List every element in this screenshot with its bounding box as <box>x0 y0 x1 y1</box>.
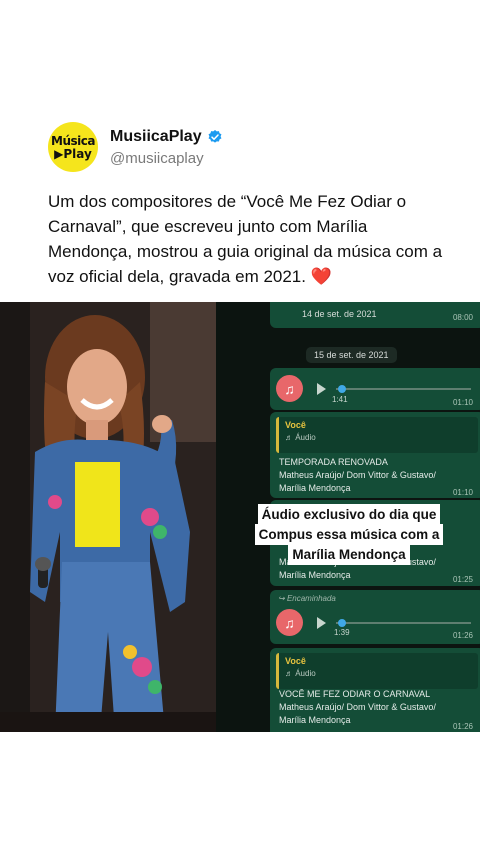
singer-illustration <box>0 302 216 732</box>
audio-duration: 1:41 <box>332 395 348 404</box>
caption-line3: Marília Mendonça <box>288 544 410 565</box>
caption-line1: Áudio exclusivo do dia que <box>257 504 441 525</box>
forwarded-audio-message[interactable]: ↪ Encaminhada ♫ 1:39 01:26 <box>270 590 480 644</box>
audio-progress-track[interactable] <box>336 384 471 393</box>
heart-emoji: ❤️ <box>310 267 332 286</box>
message-time: 08:00 <box>452 313 473 322</box>
music-note-icon: ♫ <box>276 609 303 636</box>
quoted-audio[interactable]: Você ♬ Áudio <box>276 417 478 453</box>
video-caption: Áudio exclusivo do dia que Compus essa m… <box>246 504 452 565</box>
audio-progress-knob[interactable] <box>338 618 346 627</box>
account-names: MusiicaPlay @musiicaplay <box>110 128 223 167</box>
message-time: 01:10 <box>452 488 473 497</box>
reply-text: TEMPORADA RENOVADA Matheus Araújo/ Dom V… <box>279 456 436 495</box>
reply-line1: TEMPORADA RENOVADA <box>279 457 388 467</box>
name-row: MusiicaPlay <box>110 128 223 146</box>
date-separator: 15 de set. de 2021 <box>306 347 397 363</box>
message-time: 01:26 <box>452 722 473 731</box>
reply-line2: Matheus Araújo/ Dom Vittor & Gustavo/ <box>279 702 436 712</box>
quoted-sender: Você <box>285 420 306 430</box>
avatar-logo-line1: Música <box>51 133 95 148</box>
audio-progress-track[interactable] <box>336 618 471 627</box>
quoted-type: ♬ Áudio <box>285 433 316 442</box>
reply-line2: Matheus Araújo/ Dom Vittor & Gustavo/ <box>279 470 436 480</box>
reply-text: VOCÊ ME FEZ ODIAR O CARNAVAL Matheus Ara… <box>279 688 436 727</box>
audio-progress-knob[interactable] <box>338 384 346 393</box>
forwarded-text: Encaminhada <box>286 594 336 603</box>
top-date-label: 14 de set. de 2021 <box>302 309 377 319</box>
audio-duration: 1:39 <box>334 628 350 637</box>
quoted-audio[interactable]: Você ♬ Áudio <box>276 653 478 689</box>
reply-message[interactable]: Você ♬ Áudio VOCÊ ME FEZ ODIAR O CARNAVA… <box>270 648 480 732</box>
play-icon[interactable] <box>317 382 326 395</box>
reply-message[interactable]: Você ♬ Áudio TEMPORADA RENOVADA Matheus … <box>270 412 480 498</box>
reply-line3: Marília Mendonça <box>279 715 351 725</box>
audio-player[interactable]: ♫ <box>276 609 471 636</box>
partial-line2: Marília Mendonça <box>279 570 351 580</box>
tweet-text: Um dos compositores de “Você Me Fez Odia… <box>48 192 443 286</box>
reply-line3: Marília Mendonça <box>279 483 351 493</box>
audio-player[interactable]: ♫ <box>276 375 471 402</box>
message-time: 01:25 <box>452 575 473 584</box>
quoted-type: ♬ Áudio <box>285 669 316 678</box>
tweet-text-block: Um dos compositores de “Você Me Fez Odia… <box>48 189 448 289</box>
forwarded-label: ↪ Encaminhada <box>278 594 336 603</box>
play-icon[interactable] <box>317 616 326 629</box>
avatar[interactable]: Música ▶Play <box>48 122 98 172</box>
message-time: 01:10 <box>452 398 473 407</box>
account-handle[interactable]: @musiicaplay <box>110 150 223 167</box>
caption-line2: Compus essa música com a <box>254 524 444 545</box>
avatar-logo-line2: ▶Play <box>54 146 92 161</box>
tweet-header: Música ▶Play MusiicaPlay @musiicaplay <box>48 122 223 172</box>
message-time: 01:26 <box>452 631 473 640</box>
tweet-media[interactable]: 14 de set. de 2021 08:00 15 de set. de 2… <box>0 302 480 732</box>
music-note-icon: ♫ <box>276 375 303 402</box>
singer-photo <box>0 302 216 732</box>
audio-message[interactable]: ♫ 1:41 01:10 <box>270 368 480 410</box>
message-bubble-top: 14 de set. de 2021 08:00 <box>270 302 480 328</box>
reply-line1: VOCÊ ME FEZ ODIAR O CARNAVAL <box>279 689 431 699</box>
quoted-sender: Você <box>285 656 306 666</box>
display-name[interactable]: MusiicaPlay <box>110 128 202 146</box>
verified-badge-icon <box>208 129 222 143</box>
